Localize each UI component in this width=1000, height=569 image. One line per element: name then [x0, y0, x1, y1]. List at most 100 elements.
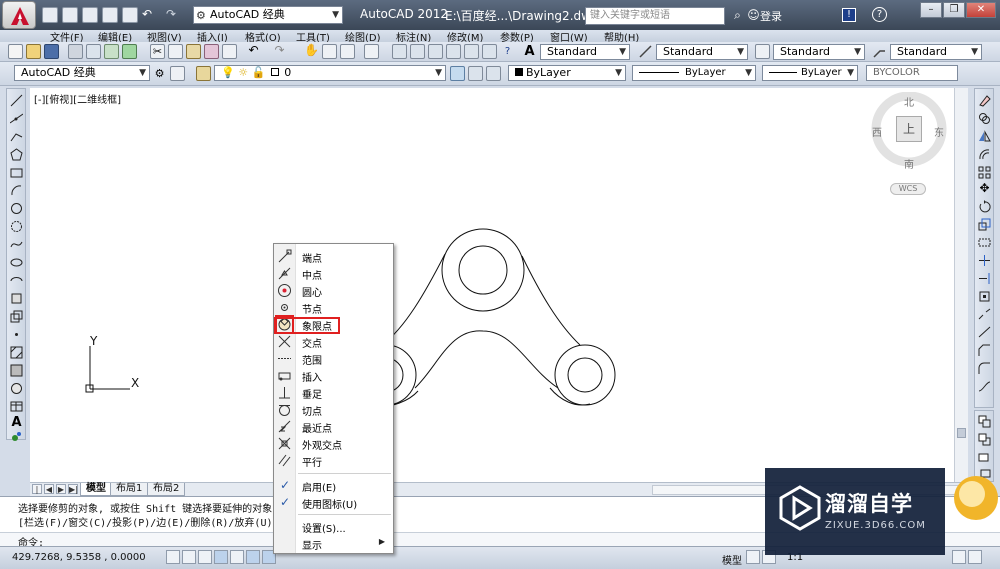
clean-screen-toggle[interactable] — [968, 550, 982, 564]
help-icon[interactable]: ? — [500, 44, 515, 59]
table-style-dropdown[interactable]: Standard ▼ — [773, 44, 865, 60]
workspace-settings-icon[interactable] — [170, 66, 185, 81]
menu-item-nearest[interactable]: 最近点 — [274, 418, 393, 435]
make-block-icon[interactable] — [10, 310, 23, 323]
spline-icon[interactable] — [10, 238, 23, 251]
make-current-icon[interactable] — [450, 66, 465, 81]
preview-icon[interactable] — [86, 44, 101, 59]
undo-icon[interactable]: ↶ — [142, 7, 158, 23]
application-menu-button[interactable] — [2, 1, 36, 29]
tool-palettes-icon[interactable] — [428, 44, 443, 59]
drawing-canvas[interactable]: [-][俯视][二维线框] Y X 北 南 东 西 上 WCS — [30, 88, 954, 482]
status-tray-settings[interactable] — [952, 550, 966, 564]
trim-icon[interactable] — [978, 254, 991, 267]
zoom-previous-icon[interactable] — [364, 44, 379, 59]
circle-icon[interactable] — [10, 202, 23, 215]
snap-mode-toggle[interactable] — [182, 550, 196, 564]
ortho-mode-toggle[interactable] — [214, 550, 228, 564]
compass-north[interactable]: 北 — [904, 94, 914, 109]
menu-item-extension[interactable]: 范围 — [274, 350, 393, 367]
menu-item-display[interactable]: 显示 ▶ — [274, 535, 393, 552]
rectangle-icon[interactable] — [10, 166, 23, 179]
tab-layout1[interactable]: 布局1 — [110, 483, 149, 496]
bring-above-icon[interactable] — [978, 451, 991, 464]
binoculars-icon[interactable]: ⌕ — [729, 7, 746, 24]
tab-model[interactable]: 模型 — [80, 483, 112, 496]
redo-icon[interactable]: ↷ — [272, 44, 287, 59]
tab-layout2[interactable]: 布局2 — [147, 483, 186, 496]
menu-item-settings[interactable]: 设置(S)... — [274, 518, 393, 535]
line-icon[interactable] — [10, 94, 23, 107]
compass-west[interactable]: 西 — [872, 124, 882, 139]
workspace-dropdown[interactable]: ⚙ AutoCAD 经典 ▼ — [193, 6, 343, 24]
publish-icon[interactable] — [104, 44, 119, 59]
3d-publish-icon[interactable] — [122, 44, 137, 59]
tab-prev-arrow[interactable]: ◀ — [44, 484, 54, 494]
sign-in-link[interactable]: 登录 — [760, 8, 782, 24]
hatch-icon[interactable] — [10, 346, 23, 359]
qnew-icon[interactable] — [42, 7, 58, 23]
coordinate-readout[interactable]: 429.7268, 9.5358 , 0.0000 — [12, 552, 146, 563]
point-icon[interactable] — [10, 328, 23, 341]
add-selected-icon[interactable] — [10, 430, 23, 443]
multileader-style-dropdown[interactable]: Standard ▼ — [890, 44, 982, 60]
construction-line-icon[interactable] — [10, 112, 23, 125]
object-snap-toggle[interactable] — [246, 550, 260, 564]
polar-tracking-toggle[interactable] — [230, 550, 244, 564]
save-icon[interactable] — [82, 7, 98, 23]
extend-icon[interactable] — [978, 272, 991, 285]
markup-icon[interactable] — [464, 44, 479, 59]
tab-next-arrow[interactable]: ▶ — [56, 484, 66, 494]
layer-previous-icon[interactable] — [468, 66, 483, 81]
text-style-dropdown[interactable]: Standard ▼ — [540, 44, 630, 60]
stretch-icon[interactable] — [978, 236, 991, 249]
multiline-text-icon[interactable]: A — [10, 416, 23, 429]
ellipse-icon[interactable] — [10, 256, 23, 269]
menu-item-node[interactable]: 节点 — [274, 299, 393, 316]
open-icon[interactable] — [62, 7, 78, 23]
copy-object-icon[interactable] — [978, 112, 991, 125]
new-icon[interactable] — [8, 44, 23, 59]
match-properties-icon[interactable] — [204, 44, 219, 59]
blend-curves-icon[interactable] — [978, 380, 991, 393]
compass-south[interactable]: 南 — [904, 156, 914, 171]
break-at-point-icon[interactable] — [978, 290, 991, 303]
gradient-icon[interactable] — [10, 364, 23, 377]
send-to-back-icon[interactable] — [978, 433, 991, 446]
compass-east[interactable]: 东 — [934, 124, 944, 139]
sheet-set-icon[interactable] — [446, 44, 461, 59]
break-icon[interactable] — [978, 308, 991, 321]
menu-item-use-icons[interactable]: ✓ 使用图标(U) — [274, 494, 393, 511]
print-icon[interactable] — [122, 7, 138, 23]
menu-item-perpendicular[interactable]: 垂足 — [274, 384, 393, 401]
viewcube-top-face[interactable]: 上 — [896, 116, 922, 142]
scale-icon[interactable] — [978, 218, 991, 231]
wcs-menu[interactable]: WCS — [890, 183, 926, 195]
arc-icon[interactable] — [10, 184, 23, 197]
exchange-icon[interactable]: ! — [842, 8, 856, 22]
menu-item-parallel[interactable]: 平行 — [274, 452, 393, 469]
block-editor-icon[interactable] — [222, 44, 237, 59]
vertical-scrollbar[interactable] — [954, 88, 968, 482]
copy-icon[interactable] — [168, 44, 183, 59]
chamfer-icon[interactable] — [978, 344, 991, 357]
erase-icon[interactable] — [978, 94, 991, 107]
menu-item-intersection[interactable]: 交点 — [274, 333, 393, 350]
cut-icon[interactable]: ✂ — [150, 44, 165, 59]
quick-view-layouts-button[interactable] — [746, 550, 760, 564]
design-center-icon[interactable] — [410, 44, 425, 59]
vertical-scroll-thumb[interactable] — [957, 428, 966, 438]
open-folder-icon[interactable] — [26, 44, 41, 59]
color-dropdown[interactable]: ByLayer ▼ — [508, 65, 626, 81]
fillet-icon[interactable] — [978, 362, 991, 375]
help-button[interactable]: ? — [872, 7, 887, 22]
linetype-dropdown[interactable]: ByLayer ▼ — [632, 65, 756, 81]
mirror-icon[interactable] — [978, 130, 991, 143]
grid-display-toggle[interactable] — [198, 550, 212, 564]
close-button[interactable]: ✕ — [966, 2, 996, 18]
bring-to-front-icon[interactable] — [978, 415, 991, 428]
quickcalc-icon[interactable] — [482, 44, 497, 59]
rotate-icon[interactable] — [978, 200, 991, 213]
revision-cloud-icon[interactable] — [10, 220, 23, 233]
redo-icon[interactable]: ↷ — [166, 7, 182, 23]
